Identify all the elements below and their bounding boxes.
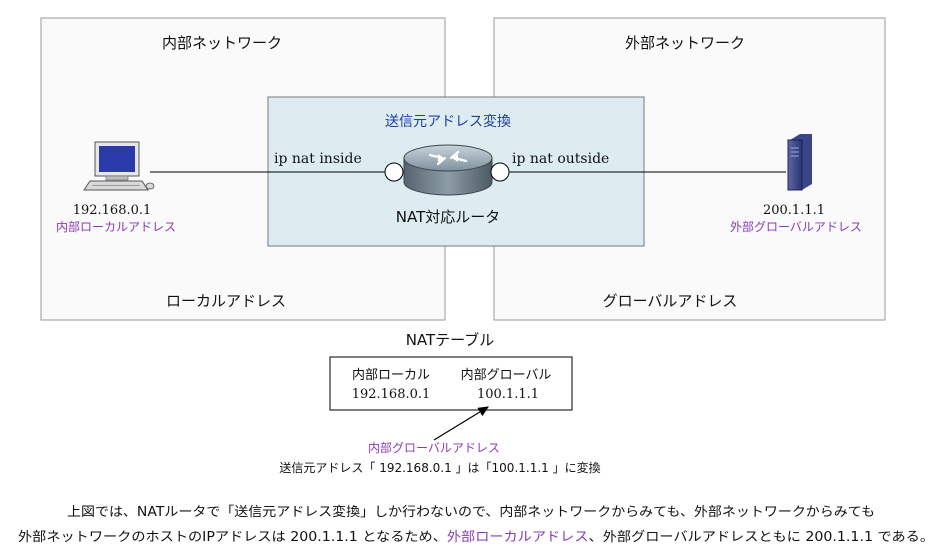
nat-table-cell-local: 192.168.0.1	[352, 387, 431, 402]
annotation-arrow	[433, 406, 490, 441]
annotation-label: 内部グローバルアドレス	[368, 440, 500, 455]
footer-highlight-external-local: 外部ローカルアドレス	[447, 530, 589, 545]
nat-table-header-global: 内部グローバル	[461, 367, 552, 383]
local-address-label: ローカルアドレス	[166, 292, 286, 310]
ip-nat-inside-label: ip nat inside	[274, 151, 362, 167]
ip-nat-outside-label: ip nat outside	[512, 151, 609, 167]
footer-line-2-part-a: 外部ネットワークのホストのIPアドレスは 200.1.1.1 となるため、	[18, 530, 447, 545]
footer-line-2: 外部ネットワークのホストのIPアドレスは 200.1.1.1 となるため、 外部ロ…	[18, 530, 934, 545]
router-label: NAT対応ルータ	[396, 208, 500, 226]
router-icon	[403, 144, 493, 196]
pc-ip-address: 192.168.0.1	[73, 203, 152, 218]
server-ip-address: 200.1.1.1	[763, 203, 825, 218]
nat-table-header-local: 内部ローカル	[352, 367, 430, 383]
internal-network-title: 内部ネットワーク	[162, 34, 282, 52]
nat-table-title: NATテーブル	[406, 331, 495, 349]
annotation-text: 送信元アドレス「 192.168.0.1 」は「100.1.1.1 」に変換	[279, 460, 600, 475]
footer-line-2-part-c: 、外部グローバルアドレスともに 200.1.1.1 である。	[589, 530, 934, 545]
nat-table-cell-global: 100.1.1.1	[477, 387, 539, 402]
nat-table-box	[329, 356, 573, 411]
nat-box-title: 送信元アドレス変換	[385, 113, 511, 130]
global-address-label: グローバルアドレス	[603, 292, 738, 310]
outside-interface-port	[490, 162, 510, 182]
external-network-title: 外部ネットワーク	[625, 34, 745, 52]
pc-address-role: 内部ローカルアドレス	[56, 219, 176, 234]
footer-line-1: 上図では、NATルータで「送信元アドレス変換」しか行わないので、内部ネットワーク…	[67, 504, 875, 520]
server-icon	[787, 134, 812, 191]
inside-interface-port	[384, 162, 404, 182]
nat-diagram: 内部ネットワーク 外部ネットワーク ローカルアドレス グローバルアドレス 送信元…	[18, 17, 934, 545]
server-address-role: 外部グローバルアドレス	[730, 219, 862, 234]
